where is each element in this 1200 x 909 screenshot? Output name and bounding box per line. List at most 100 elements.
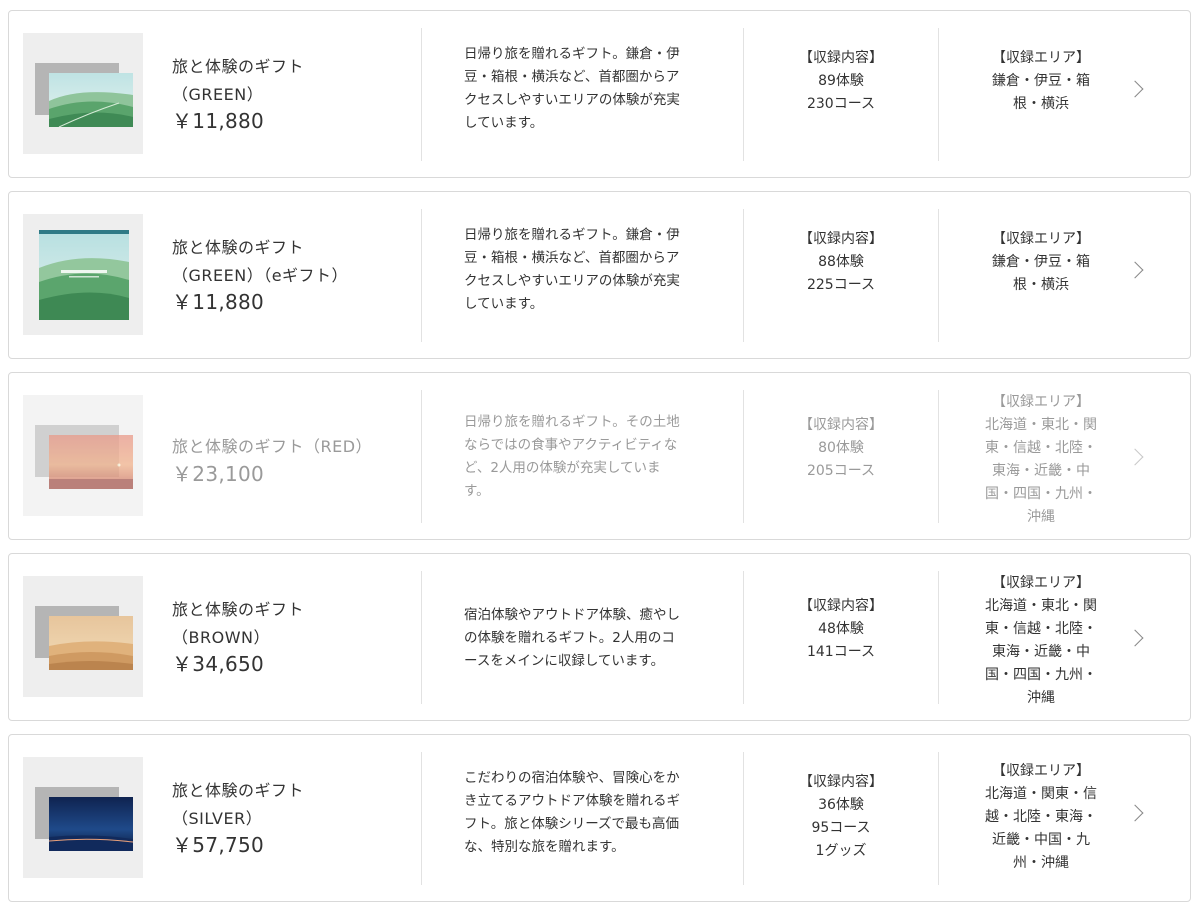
product-contents: 【収録内容】 89体験 230コース: [746, 47, 936, 116]
chevron-right-icon: [1126, 80, 1144, 98]
description-line: ならではの食事やアクティビティな: [464, 437, 678, 453]
course-count: 95コース: [811, 820, 871, 836]
area-heading: 【収録エリア】: [992, 763, 1090, 779]
description-line: す。: [464, 483, 490, 499]
silver-night-image: [49, 797, 133, 851]
contents-heading: 【収録内容】: [799, 598, 883, 614]
chevron-right-icon: [1126, 261, 1144, 279]
product-description: こだわりの宿泊体験や、冒険心をか き立てるアウトドア体験を贈れるギ フト。旅と体…: [464, 767, 714, 859]
experience-count: 89体験: [818, 73, 864, 89]
area-line: 沖縄: [1027, 690, 1055, 706]
area-line: 鎌倉・伊豆・箱: [992, 254, 1090, 270]
column-divider: [743, 571, 744, 704]
product-thumbnail: [23, 757, 143, 878]
product-contents: 【収録内容】 48体験 141コース: [746, 595, 936, 664]
product-price: ￥23,100: [172, 462, 265, 486]
product-title-line1: 旅と体験のギフト（RED）: [172, 437, 373, 456]
gift-product-list: 旅と体験のギフト （GREEN） ￥11,880 日帰り旅を贈れるギフト。鎌倉・…: [0, 0, 1200, 909]
description-line: 日帰り旅を贈れるギフト。その土地: [464, 414, 680, 430]
product-contents: 【収録内容】 80体験 205コース: [746, 414, 936, 483]
column-divider: [938, 209, 939, 342]
description-line: 豆・箱根・横浜など、首都圏からア: [464, 69, 680, 85]
description-line: な、特別な旅を贈れます。: [464, 839, 625, 855]
area-line: 北海道・東北・関: [985, 417, 1097, 433]
column-divider: [938, 571, 939, 704]
description-line: クセスしやすいエリアの体験が充実: [464, 273, 680, 289]
area-heading: 【収録エリア】: [992, 575, 1090, 591]
area-line: 東海・近畿・中: [992, 463, 1090, 479]
area-line: 州・沖縄: [1013, 855, 1069, 871]
column-divider: [938, 28, 939, 161]
goods-count: 1グッズ: [815, 843, 867, 859]
column-divider: [421, 28, 422, 161]
area-line: 北海道・関東・信: [985, 786, 1097, 802]
area-line: 根・横浜: [1013, 96, 1069, 112]
description-line: ースをメインに収録しています。: [464, 653, 665, 669]
product-thumbnail: [23, 395, 143, 516]
product-price: ￥57,750: [172, 833, 265, 857]
description-line: フト。旅と体験シリーズで最も高価: [464, 816, 680, 832]
product-area: 【収録エリア】 北海道・関東・信 越・北陸・東海・ 近畿・中国・九 州・沖縄: [971, 760, 1111, 875]
column-divider: [743, 752, 744, 885]
area-line: 越・北陸・東海・: [985, 809, 1097, 825]
experience-count: 36体験: [818, 797, 864, 813]
description-line: こだわりの宿泊体験や、冒険心をか: [464, 770, 680, 786]
gift-card-green[interactable]: 旅と体験のギフト （GREEN） ￥11,880 日帰り旅を贈れるギフト。鎌倉・…: [8, 10, 1191, 178]
area-heading: 【収録エリア】: [992, 50, 1090, 66]
column-divider: [743, 390, 744, 523]
area-line: 国・四国・九州・: [985, 486, 1097, 502]
gift-card-brown[interactable]: 旅と体験のギフト （BROWN） ￥34,650 宿泊体験やアウトドア体験、癒や…: [8, 553, 1191, 721]
area-heading: 【収録エリア】: [992, 231, 1090, 247]
description-line: 日帰り旅を贈れるギフト。鎌倉・伊: [464, 227, 680, 243]
experience-count: 48体験: [818, 621, 864, 637]
product-contents: 【収録内容】 88体験 225コース: [746, 228, 936, 297]
course-count: 141コース: [806, 644, 876, 660]
product-price: ￥11,880: [172, 290, 265, 314]
gift-card-green-egift[interactable]: 旅と体験のギフト （GREEN）（eギフト） ￥11,880 日帰り旅を贈れるギ…: [8, 191, 1191, 359]
chevron-right-icon: [1126, 804, 1144, 822]
product-contents: 【収録内容】 36体験 95コース 1グッズ: [746, 771, 936, 863]
area-line: 根・横浜: [1013, 277, 1069, 293]
area-line: 東・信越・北陸・: [985, 440, 1097, 456]
red-sunset-image: [49, 435, 133, 489]
description-line: き立てるアウトドア体験を贈れるギ: [464, 793, 680, 809]
column-divider: [421, 752, 422, 885]
contents-heading: 【収録内容】: [799, 50, 883, 66]
description-line: クセスしやすいエリアの体験が充実: [464, 92, 680, 108]
description-line: しています。: [464, 115, 544, 131]
contents-heading: 【収録内容】: [799, 231, 883, 247]
contents-heading: 【収録内容】: [799, 417, 883, 433]
green-hills-egift-image: [39, 230, 129, 320]
course-count: 205コース: [806, 463, 876, 479]
description-line: 日帰り旅を贈れるギフト。鎌倉・伊: [464, 46, 680, 62]
product-price: ￥34,650: [172, 652, 265, 676]
column-divider: [938, 752, 939, 885]
description-line: 宿泊体験やアウトドア体験、癒やし: [464, 607, 680, 623]
column-divider: [421, 209, 422, 342]
product-area: 【収録エリア】 鎌倉・伊豆・箱 根・横浜: [971, 228, 1111, 297]
product-title-line2: （GREEN）: [172, 85, 264, 104]
area-line: 近畿・中国・九: [992, 832, 1090, 848]
product-description: 日帰り旅を贈れるギフト。鎌倉・伊 豆・箱根・横浜など、首都圏からア クセスしやす…: [464, 224, 714, 316]
gift-card-red[interactable]: 旅と体験のギフト（RED） ￥23,100 日帰り旅を贈れるギフト。その土地 な…: [8, 372, 1191, 540]
area-line: 国・四国・九州・: [985, 667, 1097, 683]
product-title-line1: 旅と体験のギフト: [172, 600, 305, 619]
area-line: 東・信越・北陸・: [985, 621, 1097, 637]
product-title-line2: （BROWN）: [172, 628, 270, 647]
product-title-line2: （GREEN）（eギフト）: [172, 266, 349, 285]
product-description: 日帰り旅を贈れるギフト。その土地 ならではの食事やアクティビティな ど、2人用の…: [464, 411, 714, 503]
product-thumbnail: [23, 33, 143, 154]
column-divider: [743, 28, 744, 161]
experience-count: 88体験: [818, 254, 864, 270]
description-line: の体験を贈れるギフト。2人用のコ: [464, 630, 675, 646]
product-thumbnail: [23, 576, 143, 697]
product-title-line1: 旅と体験のギフト: [172, 781, 305, 800]
product-description: 日帰り旅を贈れるギフト。鎌倉・伊 豆・箱根・横浜など、首都圏からア クセスしやす…: [464, 43, 714, 135]
gift-card-silver[interactable]: 旅と体験のギフト （SILVER） ￥57,750 こだわりの宿泊体験や、冒険心…: [8, 734, 1191, 902]
brown-desert-image: [49, 616, 133, 670]
description-line: しています。: [464, 296, 544, 312]
product-area: 【収録エリア】 北海道・東北・関 東・信越・北陸・ 東海・近畿・中 国・四国・九…: [971, 391, 1111, 529]
course-count: 225コース: [806, 277, 876, 293]
column-divider: [938, 390, 939, 523]
column-divider: [743, 209, 744, 342]
